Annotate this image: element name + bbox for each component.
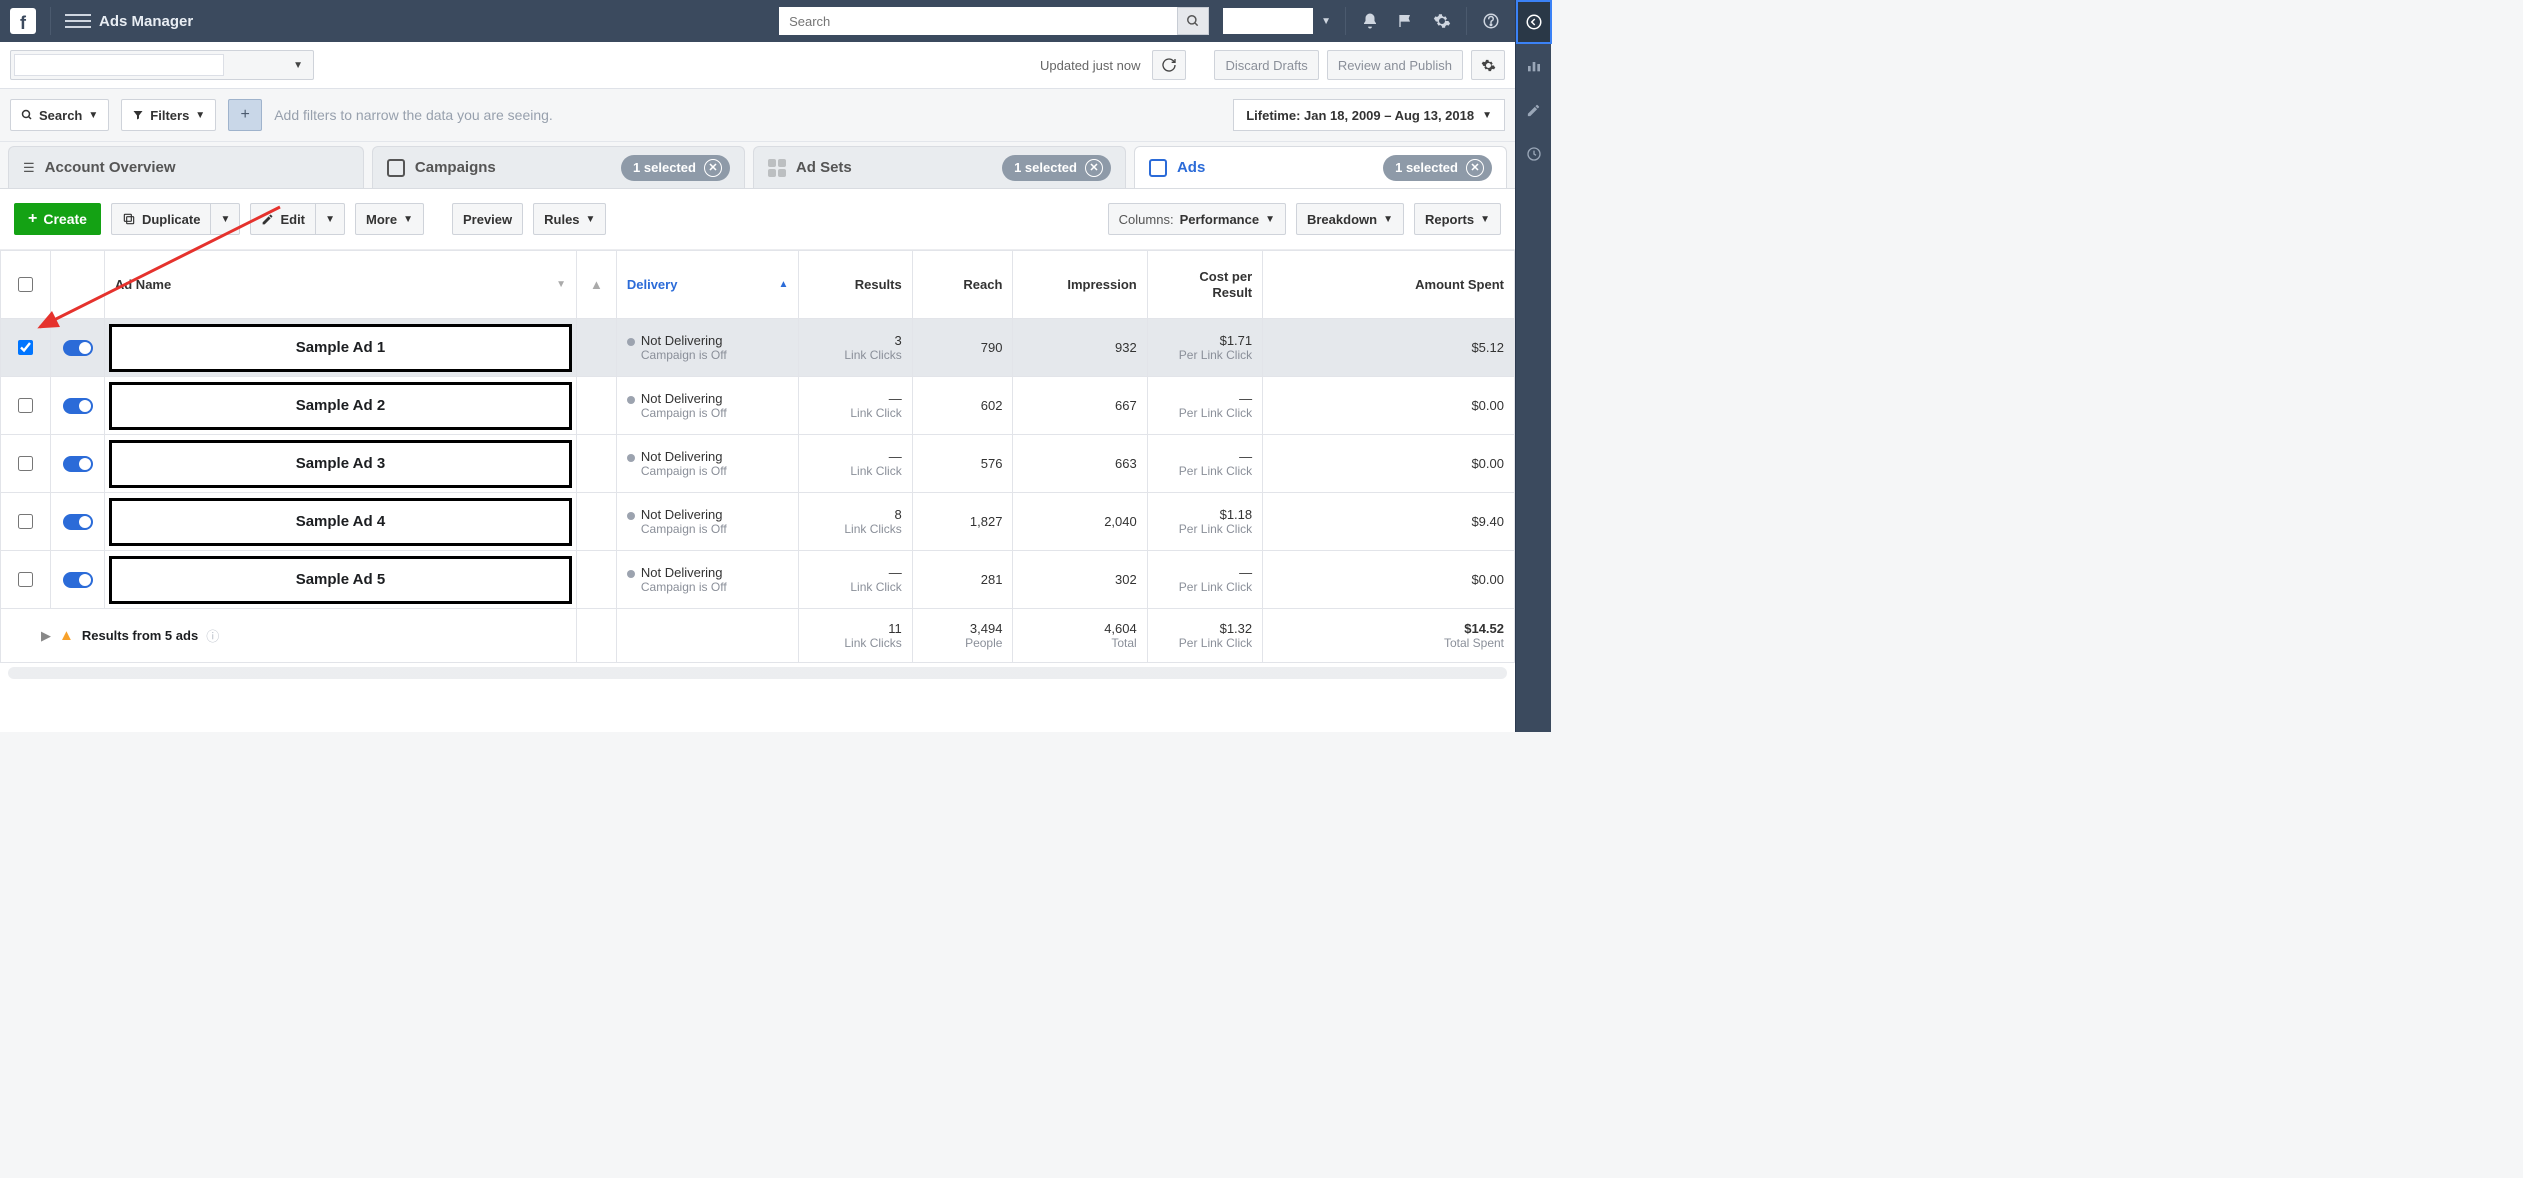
menu-icon[interactable] <box>65 14 91 28</box>
table-row[interactable]: Sample Ad 2 Not DeliveringCampaign is Of… <box>1 377 1515 435</box>
preview-button[interactable]: Preview <box>452 203 523 235</box>
notifications-icon[interactable] <box>1356 12 1384 30</box>
table-row[interactable]: Sample Ad 3 Not DeliveringCampaign is Of… <box>1 435 1515 493</box>
col-ad-name[interactable]: Ad Name <box>115 277 171 292</box>
sort-icon[interactable]: ▼ <box>556 279 566 290</box>
adsets-icon <box>768 159 786 177</box>
discard-drafts-button[interactable]: Discard Drafts <box>1214 50 1318 80</box>
reports-button[interactable]: Reports▼ <box>1414 203 1501 235</box>
columns-button[interactable]: Columns: Performance ▼ <box>1108 203 1286 235</box>
overview-icon: ☰ <box>23 160 35 176</box>
more-button[interactable]: More▼ <box>355 203 424 235</box>
col-reach[interactable]: Reach <box>963 277 1002 292</box>
filter-hint: Add filters to narrow the data you are s… <box>274 107 553 123</box>
create-button[interactable]: +Create <box>14 203 101 235</box>
tab-adsets[interactable]: Ad Sets 1 selected ✕ <box>753 146 1126 188</box>
status-toggle[interactable] <box>63 514 93 530</box>
filters-dropdown-button[interactable]: Filters ▼ <box>121 99 216 131</box>
facebook-logo-icon[interactable]: f <box>10 8 36 34</box>
breakdown-button[interactable]: Breakdown▼ <box>1296 203 1404 235</box>
row-checkbox[interactable] <box>18 456 33 471</box>
horizontal-scrollbar[interactable] <box>8 667 1507 679</box>
add-filter-button[interactable]: + <box>228 99 262 131</box>
col-spent[interactable]: Amount Spent <box>1415 277 1504 292</box>
row-checkbox[interactable] <box>18 514 33 529</box>
help-icon[interactable] <box>1477 12 1505 30</box>
top-bar: f Ads Manager ▼ <box>0 0 1515 42</box>
updated-status: Updated just now <box>1040 58 1140 73</box>
history-panel-button[interactable] <box>1516 132 1552 176</box>
account-bar: ▼ Updated just now Discard Drafts Review… <box>0 42 1515 89</box>
sort-asc-icon: ▲ <box>779 279 789 290</box>
chevron-down-icon: ▼ <box>1482 110 1492 121</box>
review-publish-button[interactable]: Review and Publish <box>1327 50 1463 80</box>
adsets-selected-chip: 1 selected ✕ <box>1002 155 1111 181</box>
clear-selection-icon[interactable]: ✕ <box>704 159 722 177</box>
search-button[interactable] <box>1177 7 1209 35</box>
table-row[interactable]: Sample Ad 1 Not DeliveringCampaign is Of… <box>1 319 1515 377</box>
duplicate-button[interactable]: Duplicate <box>111 203 211 235</box>
ad-icon <box>1149 159 1167 177</box>
row-checkbox[interactable] <box>18 398 33 413</box>
row-checkbox[interactable] <box>18 572 33 587</box>
expand-summary-icon[interactable]: ▶ <box>41 628 51 644</box>
level-tabs: ☰ Account Overview Campaigns 1 selected … <box>0 142 1515 189</box>
flag-icon[interactable] <box>1392 13 1420 29</box>
ad-name-cell[interactable]: Sample Ad 4 <box>109 498 572 546</box>
edit-caret-button[interactable]: ▼ <box>315 203 345 235</box>
info-icon[interactable]: ⓘ <box>206 626 219 645</box>
status-toggle[interactable] <box>63 572 93 588</box>
results-summary-label: Results from 5 ads <box>82 628 198 643</box>
warning-icon: ▲ <box>59 627 74 644</box>
warning-column-icon: ▲ <box>590 277 603 292</box>
chevron-down-icon: ▼ <box>293 60 303 71</box>
action-bar: +Create Duplicate ▼ Edit ▼ More▼ Preview… <box>0 189 1515 250</box>
clear-selection-icon[interactable]: ✕ <box>1466 159 1484 177</box>
date-range-button[interactable]: Lifetime: Jan 18, 2009 – Aug 13, 2018 ▼ <box>1233 99 1505 131</box>
status-toggle[interactable] <box>63 340 93 356</box>
campaigns-selected-chip: 1 selected ✕ <box>621 155 730 181</box>
charts-panel-button[interactable] <box>1516 44 1552 88</box>
collapse-panel-button[interactable] <box>1516 0 1552 44</box>
chevron-down-icon: ▼ <box>88 110 98 121</box>
table-row[interactable]: Sample Ad 4 Not DeliveringCampaign is Of… <box>1 493 1515 551</box>
settings-gear-icon[interactable] <box>1428 12 1456 30</box>
chevron-down-icon: ▼ <box>195 110 205 121</box>
select-all-checkbox[interactable] <box>18 277 33 292</box>
right-rail <box>1515 0 1551 732</box>
edit-button[interactable]: Edit <box>250 203 315 235</box>
col-delivery[interactable]: Delivery <box>627 277 678 292</box>
status-toggle[interactable] <box>63 398 93 414</box>
account-switcher[interactable] <box>1223 8 1313 34</box>
ad-name-cell[interactable]: Sample Ad 5 <box>109 556 572 604</box>
duplicate-caret-button[interactable]: ▼ <box>210 203 240 235</box>
rules-button[interactable]: Rules▼ <box>533 203 606 235</box>
filter-bar: Search ▼ Filters ▼ + Add filters to narr… <box>0 89 1515 142</box>
tab-campaigns[interactable]: Campaigns 1 selected ✕ <box>372 146 745 188</box>
search-dropdown-button[interactable]: Search ▼ <box>10 99 109 131</box>
col-impressions[interactable]: Impression <box>1067 277 1136 292</box>
settings-button[interactable] <box>1471 50 1505 80</box>
tab-ads[interactable]: Ads 1 selected ✕ <box>1134 146 1507 188</box>
clear-selection-icon[interactable]: ✕ <box>1085 159 1103 177</box>
edit-panel-button[interactable] <box>1516 88 1552 132</box>
col-cost[interactable]: Cost per Result <box>1158 269 1252 300</box>
table-row[interactable]: Sample Ad 5 Not DeliveringCampaign is Of… <box>1 551 1515 609</box>
row-checkbox[interactable] <box>18 340 33 355</box>
account-caret-icon[interactable]: ▼ <box>1321 16 1331 27</box>
ads-selected-chip: 1 selected ✕ <box>1383 155 1492 181</box>
ads-table: Ad Name ▼ ▲ Delivery ▲ Results Reach Impre… <box>0 250 1515 732</box>
status-toggle[interactable] <box>63 456 93 472</box>
app-title: Ads Manager <box>99 13 193 30</box>
ad-name-cell[interactable]: Sample Ad 1 <box>109 324 572 372</box>
tab-account-overview[interactable]: ☰ Account Overview <box>8 146 364 188</box>
refresh-button[interactable] <box>1152 50 1186 80</box>
col-results[interactable]: Results <box>855 277 902 292</box>
global-search-input[interactable] <box>779 7 1177 35</box>
ad-account-select[interactable]: ▼ <box>10 50 314 80</box>
ad-name-cell[interactable]: Sample Ad 2 <box>109 382 572 430</box>
ad-name-cell[interactable]: Sample Ad 3 <box>109 440 572 488</box>
folder-icon <box>387 159 405 177</box>
